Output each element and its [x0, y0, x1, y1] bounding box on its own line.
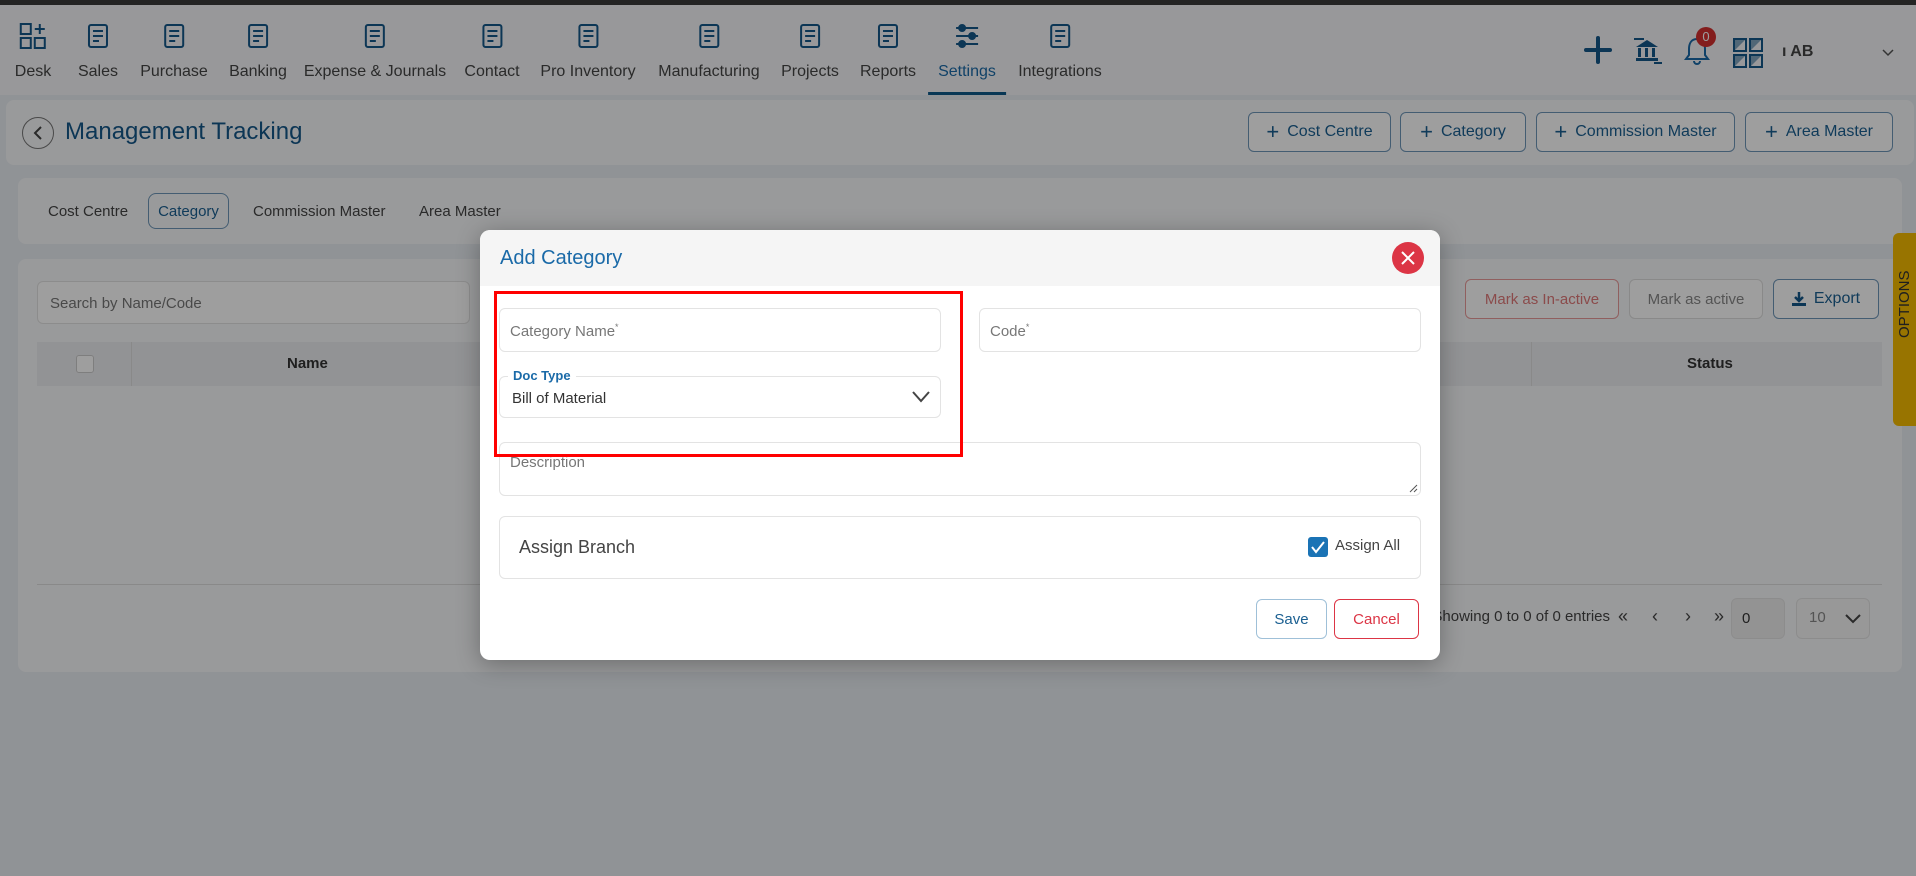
- code-placeholder: Code*: [990, 322, 1030, 340]
- check-icon: [1311, 541, 1325, 554]
- assign-all-checkbox[interactable]: [1308, 537, 1328, 557]
- code-input[interactable]: Code*: [979, 308, 1421, 352]
- resize-handle-icon[interactable]: [1408, 483, 1418, 493]
- modal-title: Add Category: [500, 247, 623, 269]
- close-icon: [1401, 251, 1415, 265]
- save-button[interactable]: Save: [1256, 599, 1327, 639]
- assign-branch-label: Assign Branch: [519, 537, 636, 557]
- close-button[interactable]: [1392, 242, 1424, 274]
- cancel-button[interactable]: Cancel: [1334, 599, 1419, 639]
- highlight-box: [494, 291, 963, 457]
- modal-header: Add Category: [480, 230, 1440, 286]
- assign-all-label: Assign All: [1335, 537, 1401, 554]
- assign-branch-panel: Assign Branch Assign All: [499, 516, 1421, 579]
